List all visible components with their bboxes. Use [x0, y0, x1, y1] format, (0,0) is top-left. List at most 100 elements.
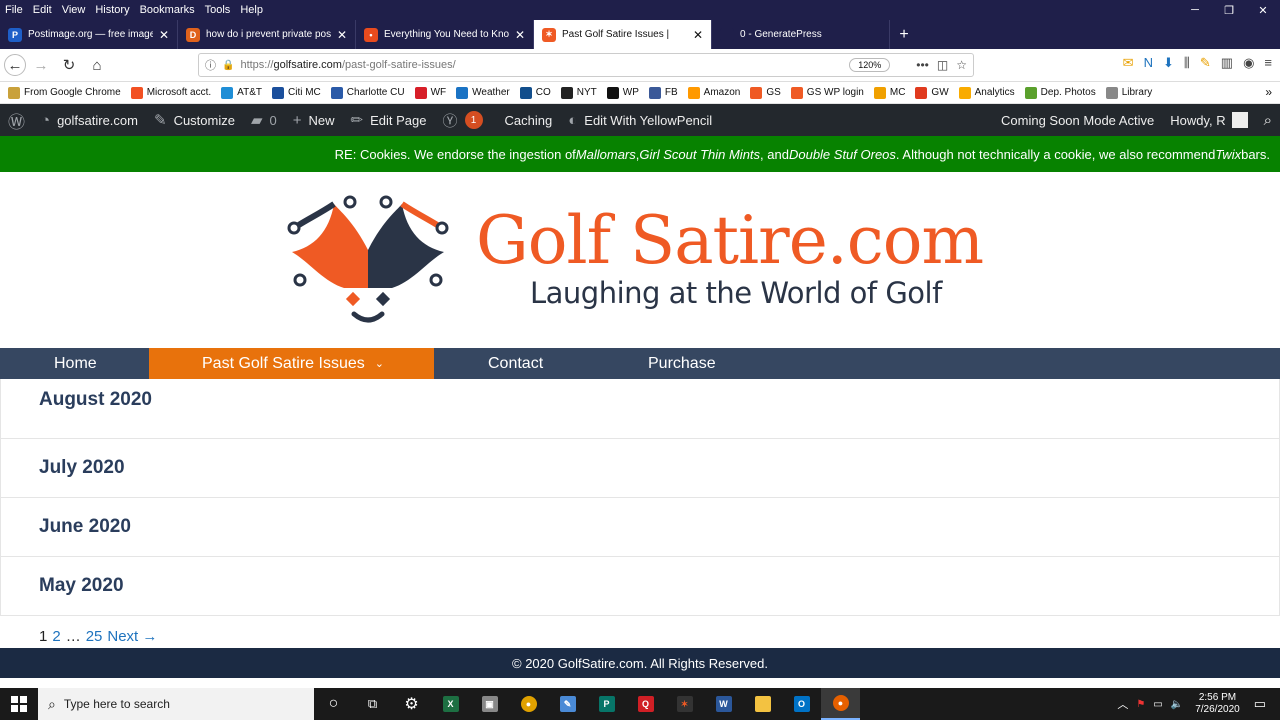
archive-item-jun-2020[interactable]: June 2020 — [0, 498, 1280, 557]
taskbar-search[interactable]: ⌕ Type here to search — [38, 688, 314, 720]
bookmark-item[interactable]: Charlotte CU — [330, 86, 405, 99]
bookmark-item[interactable]: AT&T — [221, 86, 262, 99]
nav-contact[interactable]: Contact — [434, 348, 594, 379]
volume-icon[interactable]: 🔈 — [1171, 699, 1183, 710]
site-info-icon[interactable]: ⓘ — [205, 57, 216, 73]
minimize-icon[interactable]: ─ — [1178, 0, 1212, 20]
wp-edit-page-link[interactable]: ✏ Edit Page — [343, 104, 435, 136]
browser-tab[interactable]: P Postimage.org — free image h ✕ — [0, 20, 178, 49]
wp-account-menu[interactable]: Howdy, R — [1162, 104, 1255, 136]
bookmark-item[interactable]: NYT — [560, 86, 597, 99]
nav-home[interactable]: Home — [0, 348, 149, 379]
wp-site-link[interactable]: ◔ golfsatire.com — [33, 104, 146, 136]
mail-notify-icon[interactable]: ✉ — [1123, 55, 1134, 71]
notifications-icon[interactable]: ▭ — [1254, 696, 1266, 712]
file-explorer-icon[interactable] — [743, 688, 782, 720]
golf-app-icon[interactable]: ✶ — [665, 688, 704, 720]
bookmark-star-icon[interactable]: ☆ — [956, 58, 967, 72]
settings-icon[interactable]: ⚙ — [392, 688, 431, 720]
pencil-extension-icon[interactable]: ✎ — [1200, 55, 1211, 71]
menu-bookmarks[interactable]: Bookmarks — [135, 4, 200, 16]
wp-customize-link[interactable]: ✎ Customize — [146, 104, 243, 136]
yoast-link[interactable]: Ⓨ 1 — [435, 104, 497, 136]
clock[interactable]: 2:56 PM 7/26/2020 — [1195, 692, 1240, 716]
bookmark-item[interactable]: Microsoft acct. — [130, 86, 211, 99]
menu-help[interactable]: Help — [235, 4, 268, 16]
nav-purchase[interactable]: Purchase — [594, 348, 774, 379]
firefox-icon[interactable]: ● — [821, 688, 860, 720]
page-2-link[interactable]: 2 — [52, 628, 60, 645]
browser-tab[interactable]: ✶ Past Golf Satire Issues | ✕ — [534, 20, 712, 49]
next-page-link[interactable]: Next → — [107, 628, 157, 645]
bookmark-item[interactable]: GS WP login — [790, 86, 864, 99]
forward-icon[interactable]: → — [28, 52, 54, 78]
page-actions-icon[interactable]: ••• — [916, 58, 929, 72]
new-tab-button[interactable]: + — [890, 20, 918, 49]
extension-icon[interactable]: N — [1144, 55, 1153, 71]
bookmark-item[interactable]: WP — [606, 86, 639, 99]
task-view-icon[interactable]: ⧉ — [353, 688, 392, 720]
close-tab-icon[interactable]: ✕ — [693, 28, 703, 42]
library-icon[interactable]: ⫼ — [1184, 55, 1190, 71]
jester-logo-icon[interactable] — [284, 192, 454, 332]
menu-file[interactable]: File — [0, 4, 28, 16]
sidebar-icon[interactable]: ▥ — [1221, 55, 1233, 71]
lock-icon[interactable]: 🔒 — [222, 60, 234, 71]
bookmarks-overflow-icon[interactable]: » — [1265, 85, 1272, 99]
bookmark-item[interactable]: Citi MC — [272, 86, 321, 99]
bookmark-item[interactable]: FB — [648, 86, 678, 99]
publisher-icon[interactable]: P — [587, 688, 626, 720]
paint-icon[interactable]: ✎ — [548, 688, 587, 720]
bookmark-item[interactable]: CO — [519, 86, 551, 99]
archive-item-aug-2020[interactable]: August 2020 — [0, 379, 1280, 439]
nav-past-issues[interactable]: Past Golf Satire Issues ⌄ — [149, 348, 434, 379]
url-bar[interactable]: ⓘ 🔒 https://golfsatire.com/past-golf-sat… — [198, 53, 974, 77]
pocket-icon[interactable]: ◫ — [937, 58, 948, 72]
excel-icon[interactable]: X — [431, 688, 470, 720]
windows-start-icon[interactable] — [0, 688, 38, 720]
outlook-icon[interactable]: O — [782, 688, 821, 720]
close-tab-icon[interactable]: ✕ — [515, 28, 525, 42]
chrome-icon[interactable]: ● — [509, 688, 548, 720]
zoom-level[interactable]: 120% — [849, 58, 891, 72]
wp-comments-link[interactable]: ▰ 0 — [243, 104, 285, 136]
bookmark-item[interactable]: Library — [1105, 86, 1152, 99]
close-tab-icon[interactable]: ✕ — [159, 28, 169, 42]
browser-tab[interactable]: Dhow do i prevent private posts ✕ — [178, 20, 356, 49]
yellowpencil-link[interactable]: ◐ Edit With YellowPencil — [560, 104, 720, 136]
coming-soon-status[interactable]: Coming Soon Mode Active — [993, 104, 1162, 136]
url-text[interactable]: https://golfsatire.com/past-golf-satire-… — [240, 59, 849, 71]
account-icon[interactable]: ◉ — [1243, 55, 1254, 71]
maximize-icon[interactable]: ❐ — [1212, 0, 1246, 20]
menu-history[interactable]: History — [90, 4, 134, 16]
wp-logo-icon[interactable]: Ⓦ — [0, 104, 33, 136]
quicken-icon[interactable]: Q — [626, 688, 665, 720]
bookmark-item[interactable]: Analytics — [958, 86, 1015, 99]
bookmark-item[interactable]: GW — [915, 86, 949, 99]
tray-expand-icon[interactable]: ︿ — [1117, 696, 1128, 712]
archive-item-jul-2020[interactable]: July 2020 — [0, 439, 1280, 498]
bookmark-item[interactable]: MC — [873, 86, 905, 99]
menu-tools[interactable]: Tools — [200, 4, 236, 16]
wp-new-link[interactable]: + New — [285, 104, 343, 136]
word-icon[interactable]: W — [704, 688, 743, 720]
close-window-icon[interactable]: ✕ — [1246, 0, 1280, 20]
back-icon[interactable]: ← — [4, 54, 26, 76]
bookmark-item[interactable]: Weather — [456, 86, 510, 99]
tray-app-icon[interactable]: ⚑ — [1136, 699, 1145, 710]
network-app-icon[interactable]: ▣ — [470, 688, 509, 720]
menu-view[interactable]: View — [57, 4, 91, 16]
downloads-icon[interactable]: ⬇ — [1163, 55, 1174, 71]
logo-title[interactable]: Golf Satire.com — [476, 202, 984, 279]
wp-search-icon[interactable]: ⌕ — [1256, 104, 1280, 136]
cortana-icon[interactable]: ○ — [314, 688, 353, 720]
bookmark-item[interactable]: Amazon — [687, 86, 740, 99]
browser-tab[interactable]: 0 - GeneratePress — [712, 20, 890, 49]
archive-item-may-2020[interactable]: May 2020 — [0, 557, 1280, 616]
close-tab-icon[interactable]: ✕ — [337, 28, 347, 42]
reload-icon[interactable]: ↻ — [56, 52, 82, 78]
bookmark-item[interactable]: From Google Chrome — [8, 86, 121, 99]
menu-edit[interactable]: Edit — [28, 4, 57, 16]
browser-tab[interactable]: • Everything You Need to Know ✕ — [356, 20, 534, 49]
bookmark-item[interactable]: Dep. Photos — [1024, 86, 1096, 99]
